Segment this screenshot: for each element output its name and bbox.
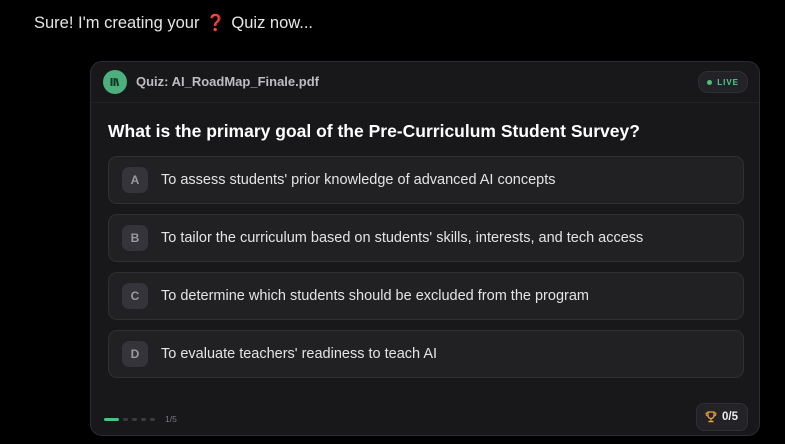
option-letter-badge: B (122, 225, 148, 251)
message-prefix: Sure! I'm creating your (34, 13, 200, 32)
message-suffix: Quiz now... (231, 13, 314, 32)
answer-option-d[interactable]: D To evaluate teachers' readiness to tea… (108, 330, 744, 378)
quiz-card: Quiz: AI_RoadMap_Finale.pdf LIVE What is… (90, 61, 760, 436)
live-status-badge: LIVE (698, 71, 748, 93)
progress-step-3 (132, 417, 137, 421)
assistant-message: Sure! I'm creating your ❓ Quiz now... (34, 13, 313, 33)
option-text: To assess students' prior knowledge of a… (161, 172, 556, 188)
live-label: LIVE (717, 77, 739, 87)
score-badge: 0/5 (696, 403, 748, 431)
progress-step-4 (141, 417, 146, 421)
book-glyph-icon (110, 78, 120, 87)
quiz-title: Quiz: AI_RoadMap_Finale.pdf (136, 74, 319, 89)
progress-label: 1/5 (165, 414, 177, 424)
answer-option-b[interactable]: B To tailor the curriculum based on stud… (108, 214, 744, 262)
option-letter-badge: D (122, 341, 148, 367)
answer-option-c[interactable]: C To determine which students should be … (108, 272, 744, 320)
option-text: To tailor the curriculum based on studen… (161, 230, 644, 246)
score-label: 0/5 (722, 411, 738, 423)
question-mark-icon: ❓ (205, 15, 226, 32)
chat-page: Sure! I'm creating your ❓ Quiz now... Qu… (0, 0, 785, 444)
answer-option-a[interactable]: A To assess students' prior knowledge of… (108, 156, 744, 204)
question-progress: 1/5 (104, 414, 177, 424)
option-letter-badge: C (122, 283, 148, 309)
question-text: What is the primary goal of the Pre-Curr… (108, 121, 640, 141)
option-letter-badge: A (122, 167, 148, 193)
quiz-header: Quiz: AI_RoadMap_Finale.pdf LIVE (91, 62, 759, 103)
progress-step-5 (150, 417, 155, 421)
trophy-icon (705, 411, 717, 423)
option-text: To determine which students should be ex… (161, 288, 589, 304)
option-text: To evaluate teachers' readiness to teach… (161, 346, 438, 362)
live-dot-icon (707, 79, 713, 85)
progress-step-2 (123, 417, 128, 421)
progress-step-1 (104, 417, 119, 421)
document-icon (103, 70, 127, 94)
